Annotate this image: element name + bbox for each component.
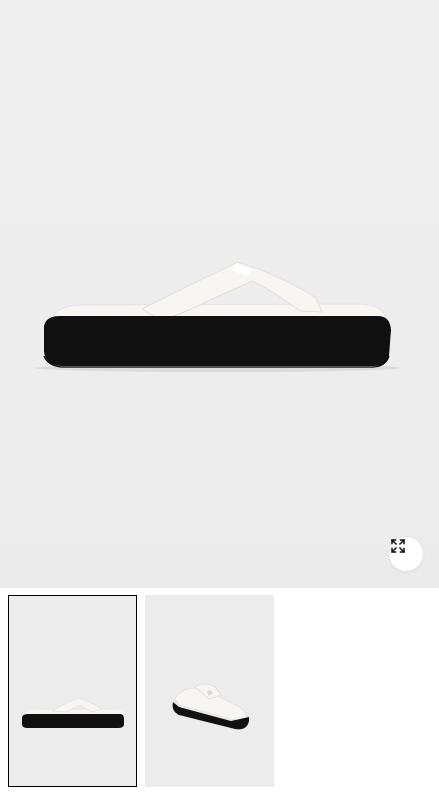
sandal-side-view-icon xyxy=(22,697,124,728)
thumbnail-strip xyxy=(0,588,439,800)
sandal-side-view-illustration xyxy=(36,261,400,372)
thumbnail-three-quarter-view[interactable] xyxy=(145,595,274,787)
main-product-image[interactable] xyxy=(0,0,439,588)
sandal-three-quarter-view-icon xyxy=(172,683,249,730)
expand-button[interactable] xyxy=(389,537,423,571)
product-image-gallery xyxy=(0,0,439,800)
expand-arrows-icon xyxy=(390,538,406,554)
thumbnail-side-view[interactable] xyxy=(8,595,137,787)
